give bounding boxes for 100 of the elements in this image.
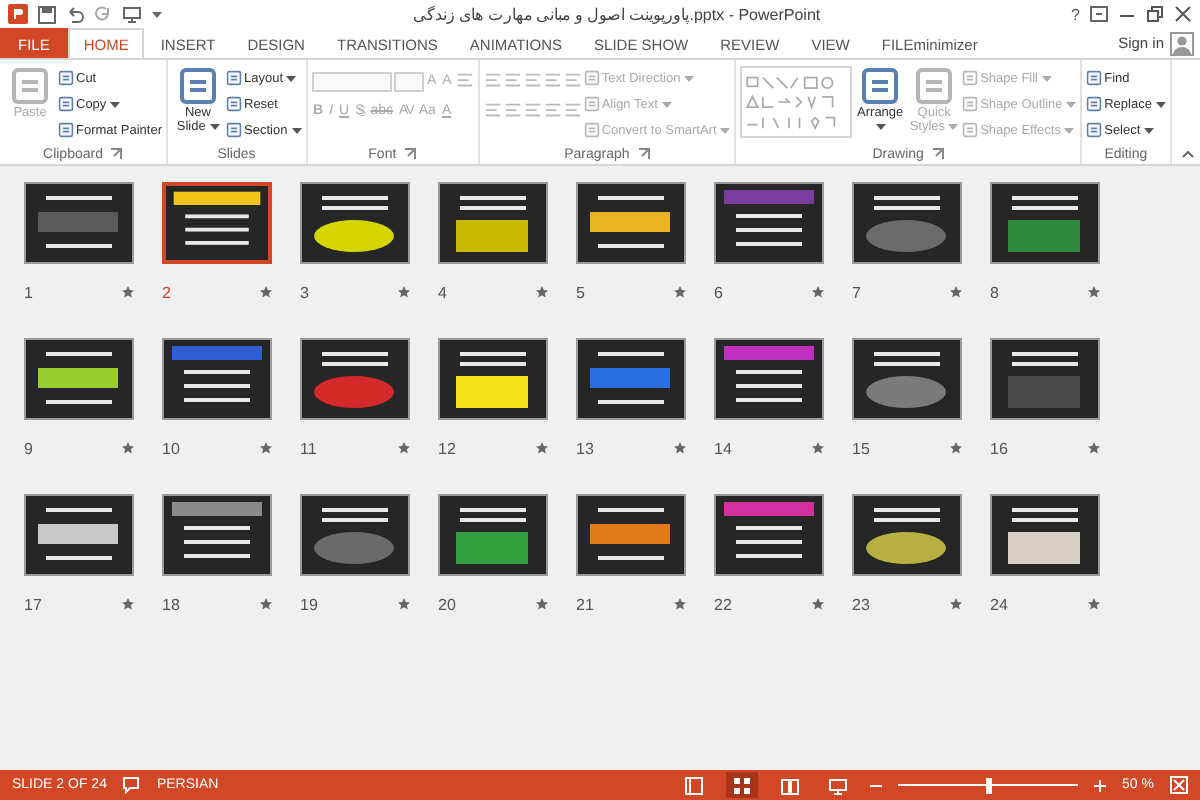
dialog-launcher-icon[interactable] — [931, 148, 944, 160]
slide-number: 11 — [300, 439, 317, 457]
command-icon — [58, 70, 74, 86]
star-icon[interactable] — [1088, 286, 1100, 298]
star-icon[interactable] — [950, 598, 962, 610]
command-icon — [583, 70, 600, 86]
window-title: پاورپوینت اصول و مبانی مهارت های زندگی.pptx - PowerPoint — [410, 5, 823, 23]
star-icon[interactable] — [122, 442, 134, 454]
command-icon — [914, 66, 955, 106]
slide-thumbnail[interactable] — [852, 494, 962, 576]
slide-number: 3 — [300, 283, 309, 301]
star-icon[interactable] — [950, 286, 962, 298]
caret-icon — [875, 123, 886, 130]
view-button[interactable] — [726, 772, 759, 798]
star-icon[interactable] — [260, 598, 272, 610]
star-icon[interactable] — [536, 286, 548, 298]
star-icon[interactable] — [812, 286, 824, 298]
minus-icon[interactable] — [870, 779, 883, 791]
caret-icon — [286, 75, 297, 81]
caret-icon — [948, 123, 959, 130]
slide-thumbnail[interactable] — [438, 338, 548, 420]
restore-icon[interactable] — [1146, 6, 1164, 22]
plus-icon[interactable] — [1094, 779, 1107, 791]
slide-sorter-icon — [734, 777, 751, 793]
slide-number: 6 — [714, 283, 723, 301]
dialog-launcher-icon[interactable] — [110, 148, 123, 160]
dialog-launcher-icon[interactable] — [637, 148, 650, 160]
slide-number: 15 — [852, 439, 870, 457]
slide-thumbnail[interactable] — [162, 182, 272, 264]
slide-number: 24 — [990, 595, 1008, 613]
command-icon — [178, 66, 218, 106]
slide-thumbnail[interactable] — [852, 338, 962, 420]
caret-icon — [110, 101, 120, 107]
close-icon[interactable] — [1174, 6, 1192, 22]
slide-thumbnail[interactable] — [990, 338, 1100, 420]
slide-thumbnail[interactable] — [714, 182, 824, 264]
reading-view-icon — [781, 778, 800, 794]
collapse-ribbon-icon[interactable] — [1182, 150, 1194, 158]
star-icon[interactable] — [674, 442, 686, 454]
caret-icon[interactable] — [152, 11, 162, 17]
star-icon[interactable] — [812, 442, 824, 454]
slide-number: 12 — [438, 439, 456, 457]
star-icon[interactable] — [812, 598, 824, 610]
notes-icon[interactable] — [122, 776, 141, 794]
command-icon — [583, 96, 600, 112]
slideshow-icon — [829, 778, 848, 794]
slide-thumbnail[interactable] — [852, 182, 962, 264]
slide-thumbnail[interactable] — [162, 494, 272, 576]
star-icon[interactable] — [260, 442, 272, 454]
slide-thumbnail[interactable] — [714, 494, 824, 576]
slide-thumbnail[interactable] — [576, 182, 686, 264]
command-icon — [583, 122, 600, 138]
slide-thumbnail[interactable] — [300, 494, 410, 576]
star-icon[interactable] — [674, 286, 686, 298]
slideshow-icon[interactable] — [122, 5, 142, 23]
avatar-icon[interactable] — [1170, 31, 1194, 55]
command-icon — [58, 122, 74, 138]
slide-number: 18 — [162, 595, 180, 613]
undo-icon[interactable] — [66, 5, 84, 23]
star-icon[interactable] — [398, 442, 410, 454]
star-icon[interactable] — [260, 286, 272, 298]
star-icon[interactable] — [674, 598, 686, 610]
slide-thumbnail[interactable] — [24, 338, 134, 420]
command-icon — [58, 96, 74, 112]
slide-thumbnail[interactable] — [162, 338, 272, 420]
save-icon[interactable] — [38, 5, 56, 23]
slide-thumbnail[interactable] — [714, 338, 824, 420]
caret-icon — [720, 127, 731, 133]
slide-thumbnail[interactable] — [990, 494, 1100, 576]
slide-number: 23 — [852, 595, 870, 613]
slide-number: 21 — [576, 595, 594, 613]
star-icon[interactable] — [122, 286, 134, 298]
star-icon[interactable] — [1088, 442, 1100, 454]
slide-thumbnail[interactable] — [24, 182, 134, 264]
dialog-launcher-icon[interactable] — [404, 148, 417, 160]
caret-icon — [1155, 101, 1166, 107]
slide-number: 10 — [162, 439, 180, 457]
star-icon[interactable] — [1088, 598, 1100, 610]
slide-thumbnail[interactable] — [990, 182, 1100, 264]
command-icon — [962, 70, 979, 86]
slider-thumb[interactable] — [986, 777, 993, 793]
slide-thumbnail[interactable] — [438, 182, 548, 264]
slide-thumbnail[interactable] — [576, 338, 686, 420]
star-icon[interactable] — [536, 442, 548, 454]
star-icon[interactable] — [398, 598, 410, 610]
slide-number: 7 — [852, 283, 861, 301]
star-icon[interactable] — [398, 286, 410, 298]
star-icon[interactable] — [122, 598, 134, 610]
help-button[interactable]: ? — [1071, 5, 1080, 23]
slide-thumbnail[interactable] — [576, 494, 686, 576]
star-icon[interactable] — [950, 442, 962, 454]
ribbon-display-icon[interactable] — [1090, 6, 1108, 22]
slide-thumbnail[interactable] — [438, 494, 548, 576]
command-icon — [962, 122, 979, 138]
app-icon[interactable] — [8, 4, 28, 24]
star-icon[interactable] — [536, 598, 548, 610]
fit-to-window-icon[interactable] — [1170, 776, 1188, 794]
slide-thumbnail[interactable] — [300, 182, 410, 264]
slide-thumbnail[interactable] — [24, 494, 134, 576]
slide-thumbnail[interactable] — [300, 338, 410, 420]
